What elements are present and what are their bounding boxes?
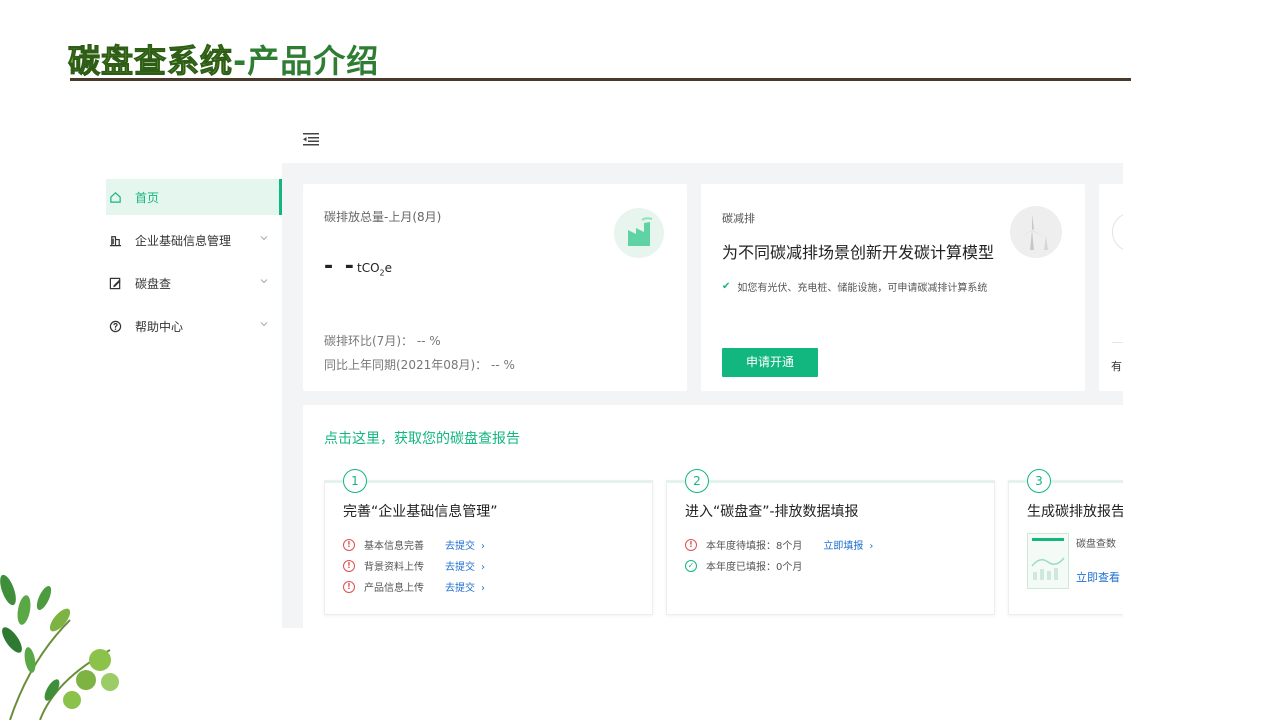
third-card-text: 有 <box>1111 360 1122 373</box>
home-icon <box>108 190 122 204</box>
step-number: 1 <box>343 469 367 493</box>
app-window: 首页 企业基础信息管理 碳盘查 帮助中心 碳排放总量-上月(8月) - - tC… <box>106 118 1123 628</box>
sidebar-item-label: 碳盘查 <box>135 276 172 291</box>
chevron-right-icon: › <box>869 541 874 552</box>
reduction-card: 碳减排 为不同碳减排场景创新开发碳计算模型 ✔ 如您有光伏、充电桩、储能设施，可… <box>701 184 1085 391</box>
step-row-text: 本年度已填报：0个月 <box>706 562 803 573</box>
step-title: 完善“企业基础信息管理” <box>343 504 498 520</box>
sidebar: 首页 企业基础信息管理 碳盘查 帮助中心 <box>106 163 282 628</box>
warning-icon: ! <box>343 580 355 593</box>
divider <box>1112 342 1123 343</box>
fill-now-link[interactable]: 立即填报 › <box>823 537 873 552</box>
step-number: 3 <box>1027 469 1051 493</box>
chevron-right-icon: › <box>481 541 485 552</box>
emission-unit: tCO2e <box>357 261 393 278</box>
warning-icon: ! <box>343 538 355 551</box>
step-row-text: 本年度待填报：8个月 <box>706 541 803 552</box>
third-card: 有 <box>1099 184 1123 391</box>
chevron-down-icon <box>260 322 268 327</box>
step-row-text: 背景资料上传 <box>364 562 424 573</box>
sidebar-item-label: 首页 <box>135 190 160 205</box>
sidebar-item-enterprise-info[interactable]: 企业基础信息管理 <box>106 222 282 258</box>
chevron-down-icon <box>260 279 268 284</box>
step-card-1: 1 完善“企业基础信息管理” ! 基本信息完善 去提交 › ! 背景资料上传 去提… <box>324 469 653 615</box>
wind-turbine-icon <box>1010 206 1062 258</box>
step-topline <box>325 481 652 483</box>
main-content: 碳排放总量-上月(8月) - - tCO2e 碳排环比(7月)： -- % 同比… <box>282 163 1123 628</box>
chevron-right-icon: › <box>481 583 485 594</box>
report-link-title[interactable]: 点击这里，获取您的碳盘查报告 <box>324 428 520 448</box>
emission-mom-stat: 碳排环比(7月)： -- % <box>324 334 441 348</box>
sidebar-item-home[interactable]: 首页 <box>106 179 282 215</box>
reduction-note-text: 如您有光伏、充电桩、储能设施，可申请碳减排计算系统 <box>737 283 988 294</box>
step-title: 进入“碳盘查”-排放数据填报 <box>685 504 859 520</box>
step-topline <box>667 481 994 483</box>
factory-icon <box>614 208 664 258</box>
warning-icon: ! <box>343 559 355 572</box>
step-row: ! 本年度待填报：8个月 立即填报 › <box>685 537 873 552</box>
step-title: 生成碳排放报告 <box>1027 504 1123 520</box>
sidebar-item-label: 帮助中心 <box>135 319 184 334</box>
step-row: ! 背景资料上传 去提交 › <box>343 558 485 573</box>
step-row: ! 基本信息完善 去提交 › <box>343 537 485 552</box>
slide-title-part2: -产品介绍 <box>233 42 380 80</box>
menu-collapse-icon[interactable] <box>302 130 320 148</box>
reduction-card-title: 为不同碳减排场景创新开发碳计算模型 <box>722 243 995 262</box>
slide-title: 碳盘查系统-产品介绍 <box>67 36 380 82</box>
card-icon-ring <box>1112 212 1123 252</box>
sidebar-item-label: 企业基础信息管理 <box>135 233 232 248</box>
emission-card-title: 碳排放总量-上月(8月) <box>324 210 442 224</box>
check-circle-icon: ✓ <box>685 559 697 572</box>
slide-title-part1: 碳盘查系统 <box>67 42 234 81</box>
title-divider <box>70 78 1131 81</box>
chevron-down-icon <box>260 236 268 241</box>
check-icon: ✔ <box>722 281 731 292</box>
step-card-3: 3 生成碳排放报告 碳盘查数 立即查看 <box>1008 469 1123 615</box>
step-row: ! 产品信息上传 去提交 › <box>343 579 485 594</box>
reduction-card-label: 碳减排 <box>722 212 755 225</box>
report-thumbnail-icon <box>1027 533 1069 589</box>
emission-total-value: - - <box>324 254 356 279</box>
step-row: ✓ 本年度已填报：0个月 <box>685 558 802 573</box>
report-panel: 点击这里，获取您的碳盘查报告 1 完善“企业基础信息管理” ! 基本信息完善 去… <box>303 405 1123 628</box>
step-row-text: 产品信息上传 <box>364 583 424 594</box>
chevron-right-icon: › <box>481 562 485 573</box>
submit-link[interactable]: 去提交 › <box>445 558 485 573</box>
reduction-note: ✔ 如您有光伏、充电桩、储能设施，可申请碳减排计算系统 <box>722 279 987 294</box>
warning-icon: ! <box>685 538 697 551</box>
emission-card: 碳排放总量-上月(8月) - - tCO2e 碳排环比(7月)： -- % 同比… <box>303 184 687 391</box>
view-now-link[interactable]: 立即查看 <box>1076 569 1120 585</box>
submit-link[interactable]: 去提交 › <box>445 537 485 552</box>
question-circle-icon <box>108 319 122 333</box>
sidebar-item-help-center[interactable]: 帮助中心 <box>106 308 282 344</box>
emission-yoy-stat: 同比上年同期(2021年08月)： -- % <box>324 358 515 372</box>
top-bar <box>106 118 1123 163</box>
apply-button[interactable]: 申请开通 <box>722 348 818 377</box>
leaves-decoration-icon <box>0 574 119 720</box>
building-icon <box>108 233 122 247</box>
step-desc: 碳盘查数 <box>1076 539 1116 550</box>
step-row-text: 基本信息完善 <box>364 541 424 552</box>
step-card-2: 2 进入“碳盘查”-排放数据填报 ! 本年度待填报：8个月 立即填报 › ✓ 本年… <box>666 469 995 615</box>
sidebar-item-carbon-inventory[interactable]: 碳盘查 <box>106 265 282 301</box>
edit-doc-icon <box>108 276 122 290</box>
submit-link[interactable]: 去提交 › <box>445 579 485 594</box>
step-number: 2 <box>685 469 709 493</box>
